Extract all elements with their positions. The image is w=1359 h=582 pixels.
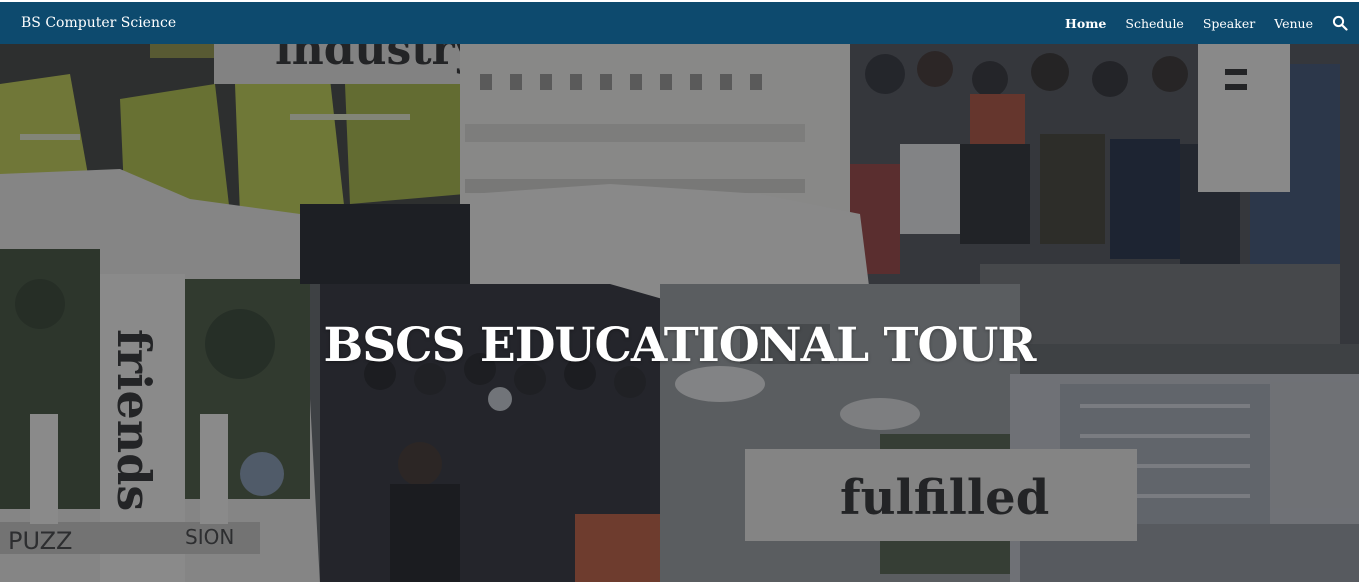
nav-home-link[interactable]: Home	[1065, 16, 1106, 31]
nav-speaker-link[interactable]: Speaker	[1203, 16, 1255, 31]
nav-venue-link[interactable]: Venue	[1274, 16, 1313, 31]
nav-links: Home Schedule Speaker Venue	[1046, 2, 1348, 44]
brand-link[interactable]: BS Computer Science	[21, 2, 176, 44]
hero-section: industry friends PUZZ SION fulfilled BSC…	[0, 44, 1359, 582]
nav-schedule-link[interactable]: Schedule	[1125, 16, 1183, 31]
hero-title: BSCS EDUCATIONAL TOUR	[323, 318, 1037, 373]
hero-dark-overlay	[0, 44, 1359, 582]
navbar: BS Computer Science Home Schedule Speake…	[0, 2, 1359, 44]
search-icon[interactable]	[1332, 15, 1348, 31]
